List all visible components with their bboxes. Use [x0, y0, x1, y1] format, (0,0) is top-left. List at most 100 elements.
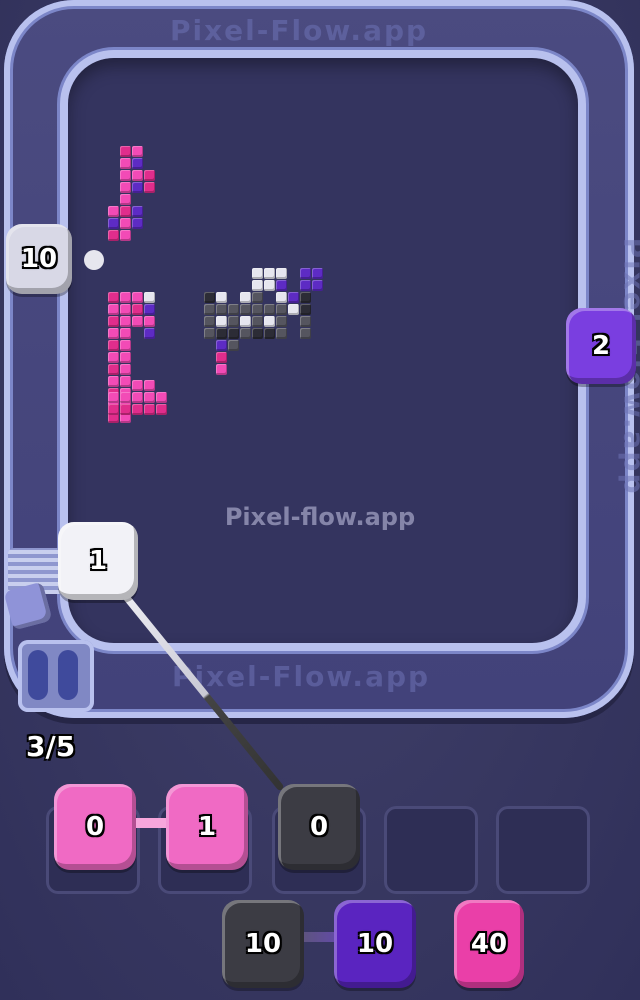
pixel-block	[144, 170, 155, 181]
track-brand-top: Pixel-Flow.app	[170, 14, 429, 47]
projectile-icon	[84, 250, 104, 270]
pixel-block	[216, 328, 227, 339]
pixel-block	[228, 304, 239, 315]
shooter-left[interactable]: 10	[6, 224, 72, 294]
pixel-block	[132, 170, 143, 181]
pixel-block	[120, 328, 131, 339]
pixel-block	[120, 218, 131, 229]
pixel-block	[120, 146, 131, 157]
pixel-block	[108, 404, 119, 415]
pixel-block	[108, 328, 119, 339]
shooter-active[interactable]: 1	[58, 522, 138, 600]
pixel-block	[108, 230, 119, 241]
pixel-block	[216, 292, 227, 303]
slot-shooter[interactable]: 1	[166, 784, 248, 870]
pixel-block	[144, 380, 155, 391]
pixel-block	[144, 328, 155, 339]
pixel-block	[156, 392, 167, 403]
pixel-block	[144, 182, 155, 193]
pixel-block	[276, 280, 287, 291]
pixel-block	[300, 304, 311, 315]
pixel-block	[288, 292, 299, 303]
pixel-block	[132, 182, 143, 193]
shooter-count: 1	[88, 546, 108, 576]
pixel-block	[300, 292, 311, 303]
shooter-count: 0	[309, 812, 329, 842]
shooter-count: 10	[244, 929, 282, 959]
pixel-block	[120, 364, 131, 375]
pixel-block	[120, 292, 131, 303]
pixel-block	[252, 316, 263, 327]
pixel-block	[132, 206, 143, 217]
pixel-block	[132, 392, 143, 403]
pixel-block	[216, 340, 227, 351]
pixel-block	[240, 328, 251, 339]
game-board: Pixel-Flow.app Pixel-Flow.app Pixel-Flow…	[0, 0, 640, 1000]
pixel-block	[216, 316, 227, 327]
pixel-block	[144, 392, 155, 403]
loader-slot-icon	[28, 650, 48, 700]
queue-shooter[interactable]: 10	[222, 900, 304, 988]
pixel-block	[132, 158, 143, 169]
pixel-block	[276, 316, 287, 327]
pixel-block	[120, 316, 131, 327]
pixel-block	[276, 328, 287, 339]
pixel-block	[120, 340, 131, 351]
pixel-block	[120, 376, 131, 387]
pixel-block	[132, 146, 143, 157]
conveyor-loader[interactable]	[18, 640, 94, 712]
pixel-block	[264, 316, 275, 327]
pixel-block	[276, 304, 287, 315]
slot-shooter[interactable]: 0	[278, 784, 360, 870]
pixel-block	[108, 376, 119, 387]
pixel-block	[300, 316, 311, 327]
pixel-block	[312, 280, 323, 291]
pixel-block	[252, 280, 263, 291]
shooter-count: 10	[356, 929, 394, 959]
track-brand-bottom: Pixel-Flow.app	[172, 660, 431, 693]
pixel-block	[264, 328, 275, 339]
pixel-block	[120, 404, 131, 415]
pixel-block	[228, 316, 239, 327]
queue-shooter[interactable]: 40	[454, 900, 524, 988]
shooter-count: 0	[85, 812, 105, 842]
shooter-right[interactable]: 2	[566, 308, 636, 384]
pixel-block	[156, 404, 167, 415]
pixel-block	[120, 304, 131, 315]
pixel-block	[264, 280, 275, 291]
pixel-block	[120, 206, 131, 217]
conveyor-capacity: 3/5	[26, 730, 76, 763]
shooter-count: 40	[470, 929, 508, 959]
shooter-count: 1	[197, 812, 217, 842]
queue-shooter[interactable]: 10	[334, 900, 416, 988]
slot-4[interactable]	[384, 806, 478, 894]
pixel-block	[108, 340, 119, 351]
pixel-block	[228, 328, 239, 339]
pixel-block	[300, 280, 311, 291]
pixel-block	[228, 340, 239, 351]
pixel-block	[120, 230, 131, 241]
pixel-block	[252, 268, 263, 279]
pixel-block	[132, 404, 143, 415]
slot-shooter[interactable]: 0	[54, 784, 136, 870]
pixel-block	[204, 316, 215, 327]
pixel-block	[204, 304, 215, 315]
pixel-block	[288, 304, 299, 315]
pixel-block	[276, 268, 287, 279]
pixel-block	[276, 292, 287, 303]
slot-5[interactable]	[496, 806, 590, 894]
pixel-block	[312, 268, 323, 279]
pixel-block	[216, 304, 227, 315]
pixel-block	[204, 292, 215, 303]
pixel-block	[120, 170, 131, 181]
pixel-block	[240, 316, 251, 327]
pixel-block	[216, 364, 227, 375]
pixel-block	[252, 328, 263, 339]
pixel-block	[120, 392, 131, 403]
pixel-block	[108, 392, 119, 403]
pixel-block	[120, 194, 131, 205]
pixel-block	[108, 218, 119, 229]
pixel-block	[264, 304, 275, 315]
pixel-block	[108, 206, 119, 217]
pixel-block	[132, 304, 143, 315]
